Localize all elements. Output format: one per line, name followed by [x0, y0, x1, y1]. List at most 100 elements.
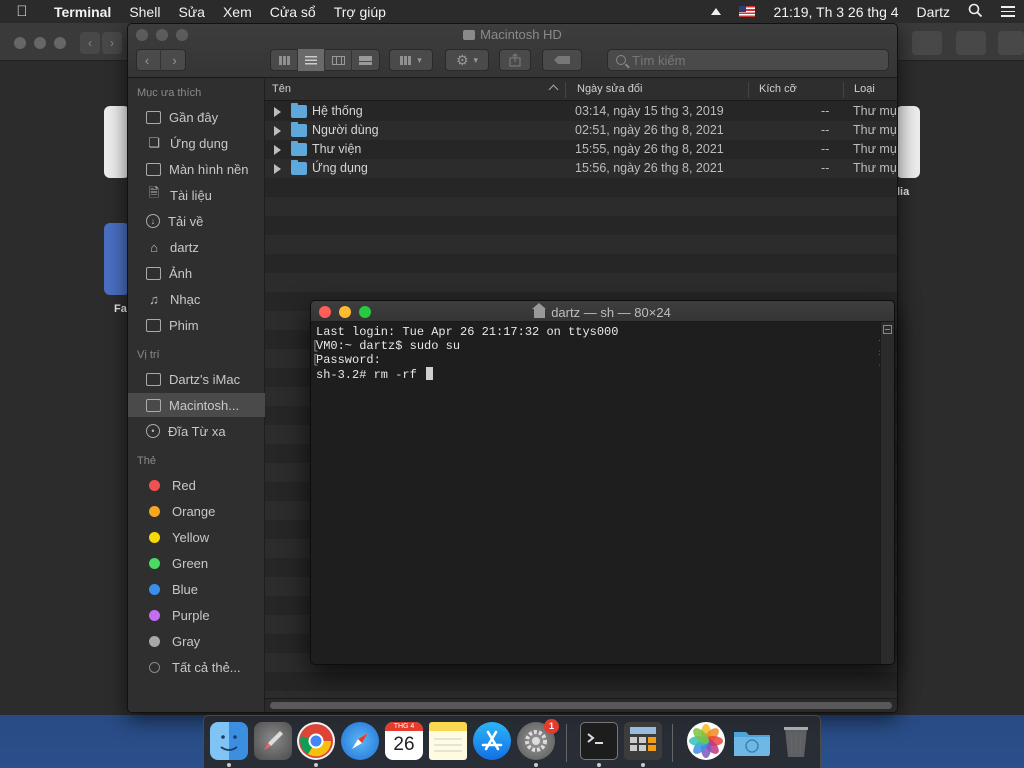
file-modified: 15:55, ngày 26 thg 8, 2021 [575, 142, 724, 156]
menu-help[interactable]: Trợ giúp [325, 4, 395, 20]
calendar-icon[interactable]: THG 4 26 [385, 722, 423, 760]
column-divider[interactable] [565, 82, 566, 98]
menu-user[interactable]: Dartz [908, 4, 959, 20]
dock-divider [566, 724, 567, 762]
finder-icon[interactable] [210, 722, 248, 760]
sidebar-tag-orange[interactable]: Orange [128, 499, 265, 523]
notes-icon[interactable] [429, 722, 467, 760]
spotlight-search-icon[interactable] [959, 3, 992, 21]
sidebar-item-applications[interactable]: ❏ Ứng dụng [128, 131, 265, 155]
menu-edit[interactable]: Sửa [169, 4, 214, 20]
column-divider[interactable] [843, 82, 844, 98]
airplay-eject-icon[interactable] [711, 8, 722, 15]
apple-menu-icon[interactable]:  [0, 3, 44, 20]
bg-share-button[interactable] [912, 31, 942, 55]
action-button[interactable]: ⚙ ▾ [445, 49, 489, 71]
photos-icon[interactable] [687, 722, 725, 760]
sidebar-item-label: Green [172, 555, 209, 571]
downloads-folder-icon[interactable] [732, 722, 770, 760]
scrollbar-thumb[interactable] [270, 702, 892, 709]
sort-ascending-icon[interactable] [548, 84, 559, 95]
safari-icon[interactable] [341, 722, 379, 760]
search-input[interactable] [632, 52, 872, 68]
folder-icon [291, 103, 307, 118]
terminal-scrollbar[interactable] [880, 322, 894, 664]
column-header-kind[interactable]: Loại [854, 83, 875, 95]
sidebar-item-home[interactable]: ⌂ dartz [128, 235, 265, 259]
calculator-icon[interactable] [624, 722, 662, 760]
menu-window[interactable]: Cửa sổ [261, 4, 325, 20]
horizontal-scrollbar[interactable] [265, 698, 897, 712]
sidebar-item-macintosh-hd[interactable]: Macintosh... [128, 393, 265, 417]
chrome-icon[interactable] [297, 722, 335, 760]
finder-search-field[interactable] [607, 49, 889, 71]
sidebar-tag-blue[interactable]: Blue [128, 577, 265, 601]
icon-view-button[interactable] [271, 49, 298, 71]
sidebar-tag-gray[interactable]: Gray [128, 629, 265, 653]
bg-minimize-button[interactable] [34, 37, 46, 49]
menu-view[interactable]: Xem [214, 4, 261, 20]
gallery-view-button[interactable] [352, 49, 379, 71]
table-row[interactable]: Người dùng 02:51, ngày 26 thg 8, 2021 --… [265, 121, 897, 140]
terminal-screen[interactable]: Last login: Tue Apr 26 21:17:32 on ttys0… [311, 322, 885, 664]
sidebar-tag-green[interactable]: Green [128, 551, 265, 575]
terminal-icon[interactable] [580, 722, 618, 760]
split-pane-icon[interactable] [883, 325, 892, 334]
file-modified: 15:56, ngày 26 thg 8, 2021 [575, 161, 724, 175]
app-store-icon[interactable] [473, 722, 511, 760]
forward-button[interactable]: › [161, 49, 188, 71]
disclosure-triangle-icon[interactable] [274, 164, 281, 174]
back-button[interactable]: ‹ [134, 49, 161, 71]
bg-tabs-button[interactable] [956, 31, 986, 55]
sidebar-tag-red[interactable]: Red [128, 473, 265, 497]
remote-disc-icon: • [146, 424, 160, 438]
bg-forward-button[interactable]: › [102, 32, 122, 54]
column-header-size[interactable]: Kích cỡ [759, 83, 797, 95]
gallery-icon [359, 55, 372, 65]
column-header-modified[interactable]: Ngày sửa đổi [577, 83, 642, 95]
column-header-name[interactable]: Tên [272, 83, 291, 95]
menu-app-name[interactable]: Terminal [44, 4, 120, 20]
trash-icon[interactable] [777, 722, 815, 760]
column-view-button[interactable] [325, 49, 352, 71]
bg-back-button[interactable]: ‹ [80, 32, 100, 54]
sidebar-item-label: Ứng dụng [170, 135, 229, 151]
bg-zoom-button[interactable] [54, 37, 66, 49]
sidebar-tag-yellow[interactable]: Yellow [128, 525, 265, 549]
sidebar-item-recents[interactable]: Gần đây [128, 105, 265, 129]
finder-back-forward: ‹ › [136, 49, 186, 71]
table-row[interactable]: Thư viện 15:55, ngày 26 thg 8, 2021 -- T… [265, 140, 897, 159]
notification-center-icon[interactable] [992, 6, 1024, 17]
sidebar-item-movies[interactable]: Phim [128, 313, 265, 337]
menu-clock[interactable]: 21:19, Th 3 26 thg 4 [764, 4, 907, 20]
sidebar-item-desktop[interactable]: Màn hình nền [128, 157, 265, 181]
edit-tags-button[interactable] [542, 49, 582, 71]
share-icon [509, 53, 521, 67]
sidebar-item-pictures[interactable]: Ảnh [128, 261, 265, 285]
input-source-flag-icon[interactable] [739, 6, 756, 17]
sidebar-header-locations: Vị trí [137, 349, 160, 361]
sidebar-item-imac[interactable]: Dartz's iMac [128, 367, 265, 391]
bg-new-tab-button[interactable] [998, 31, 1024, 55]
sidebar-item-documents[interactable]: 🗎 Tài liệu [128, 183, 265, 207]
launchpad-icon[interactable] [254, 722, 292, 760]
list-view-button[interactable] [298, 49, 325, 71]
table-row[interactable]: Ứng dụng 15:56, ngày 26 thg 8, 2021 -- T… [265, 159, 897, 178]
table-row[interactable]: Hệ thống 03:14, ngày 15 thg 3, 2019 -- T… [265, 102, 897, 121]
column-divider[interactable] [748, 82, 749, 98]
file-modified: 03:14, ngày 15 thg 3, 2019 [575, 104, 724, 118]
tag-color-dot [149, 531, 160, 543]
menu-shell[interactable]: Shell [120, 4, 169, 20]
sidebar-tag-purple[interactable]: Purple [128, 603, 265, 627]
share-button[interactable] [499, 49, 531, 71]
camera-icon [146, 266, 161, 280]
sidebar-item-remote-disc[interactable]: • Đĩa Từ xa [128, 419, 265, 443]
disclosure-triangle-icon[interactable] [274, 107, 281, 117]
sidebar-item-downloads[interactable]: ↓ Tải về [128, 209, 265, 233]
sidebar-item-music[interactable]: ♫ Nhạc [128, 287, 265, 311]
group-button[interactable]: ▾ [389, 49, 433, 71]
bg-close-button[interactable] [14, 37, 26, 49]
disclosure-triangle-icon[interactable] [274, 126, 281, 136]
sidebar-tag-all[interactable]: Tất cả thẻ... [128, 655, 265, 679]
disclosure-triangle-icon[interactable] [274, 145, 281, 155]
